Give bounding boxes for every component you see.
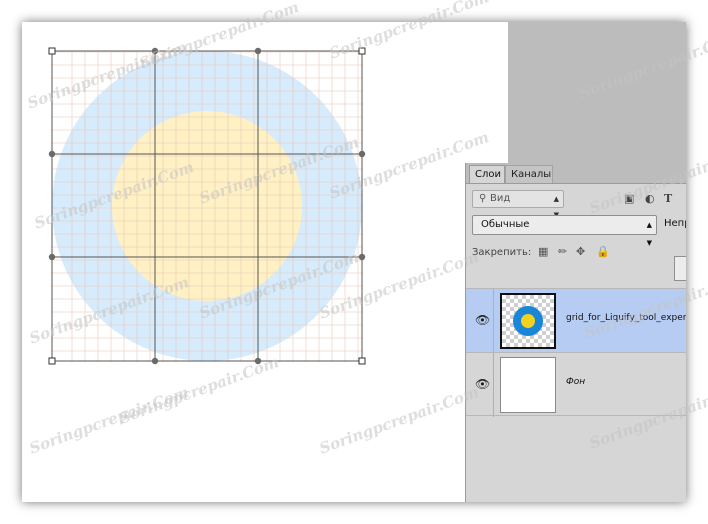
panel-tabs: Слои Каналы (466, 163, 686, 184)
thumbnail-circle-inner (521, 314, 535, 328)
lock-label: Закрепить: (472, 247, 532, 258)
layer-row-grid[interactable]: 👁 grid_for_Liquify_tool_exper (466, 288, 686, 353)
mesh-point (254, 47, 262, 55)
layer-thumbnail[interactable] (500, 357, 556, 413)
layer-name[interactable]: grid_for_Liquify_tool_exper (566, 313, 686, 323)
brush-lock-icon[interactable]: ✏ (558, 245, 567, 258)
mesh-point (358, 253, 366, 261)
fill-input[interactable] (674, 256, 686, 281)
kind-filter-select[interactable]: ⚲ Вид ▲▼ (472, 190, 564, 219)
move-lock-icon[interactable]: ✥ (576, 245, 585, 258)
image-icon[interactable]: ▣ (624, 192, 634, 205)
transform-handle (48, 357, 56, 365)
mesh-point (48, 150, 56, 158)
corner-mark (500, 293, 508, 301)
blend-mode-label: Обычные (481, 219, 530, 230)
mesh-point (48, 253, 56, 261)
transparency-lock-icon[interactable]: ▦ (538, 245, 548, 258)
mesh-point (151, 357, 159, 365)
tab-channels[interactable]: Каналы (505, 165, 553, 183)
inner-circle (112, 111, 302, 301)
divider (493, 289, 494, 353)
layers-panel: Слои Каналы ⚲ Вид ▲▼ ▣ ◐ T Обычные ▲▼ Не… (465, 163, 686, 502)
corner-mark (500, 341, 508, 349)
mesh-point (358, 150, 366, 158)
corner-mark (548, 293, 556, 301)
workspace-background (508, 22, 686, 163)
transform-handle (48, 47, 56, 55)
opacity-label: Непр (664, 218, 686, 229)
tab-layers[interactable]: Слои (469, 165, 505, 183)
layer-name[interactable]: Фон (566, 377, 585, 387)
liquify-mesh-artwork[interactable] (22, 22, 508, 502)
kind-filter-label: Вид (490, 193, 511, 204)
padlock-icon[interactable]: 🔒 (596, 245, 610, 258)
transform-handle (358, 47, 366, 55)
layer-row-background[interactable]: 👁 Фон (466, 352, 686, 417)
mesh-point (151, 47, 159, 55)
app-window: Слои Каналы ⚲ Вид ▲▼ ▣ ◐ T Обычные ▲▼ Не… (22, 22, 686, 502)
mesh-point (254, 357, 262, 365)
document-canvas[interactable] (22, 22, 508, 502)
divider (493, 353, 494, 417)
adjustment-icon[interactable]: ◐ (645, 192, 655, 205)
corner-mark (548, 341, 556, 349)
transform-handle (358, 357, 366, 365)
search-icon: ⚲ (479, 193, 487, 204)
text-icon[interactable]: T (664, 192, 672, 205)
eye-icon[interactable]: 👁 (475, 313, 490, 327)
eye-icon[interactable]: 👁 (475, 377, 490, 391)
blend-mode-select[interactable]: Обычные ▲ ▼ (472, 215, 657, 247)
updown-arrows-icon: ▲▼ (646, 221, 652, 247)
layer-thumbnail[interactable] (500, 293, 556, 349)
